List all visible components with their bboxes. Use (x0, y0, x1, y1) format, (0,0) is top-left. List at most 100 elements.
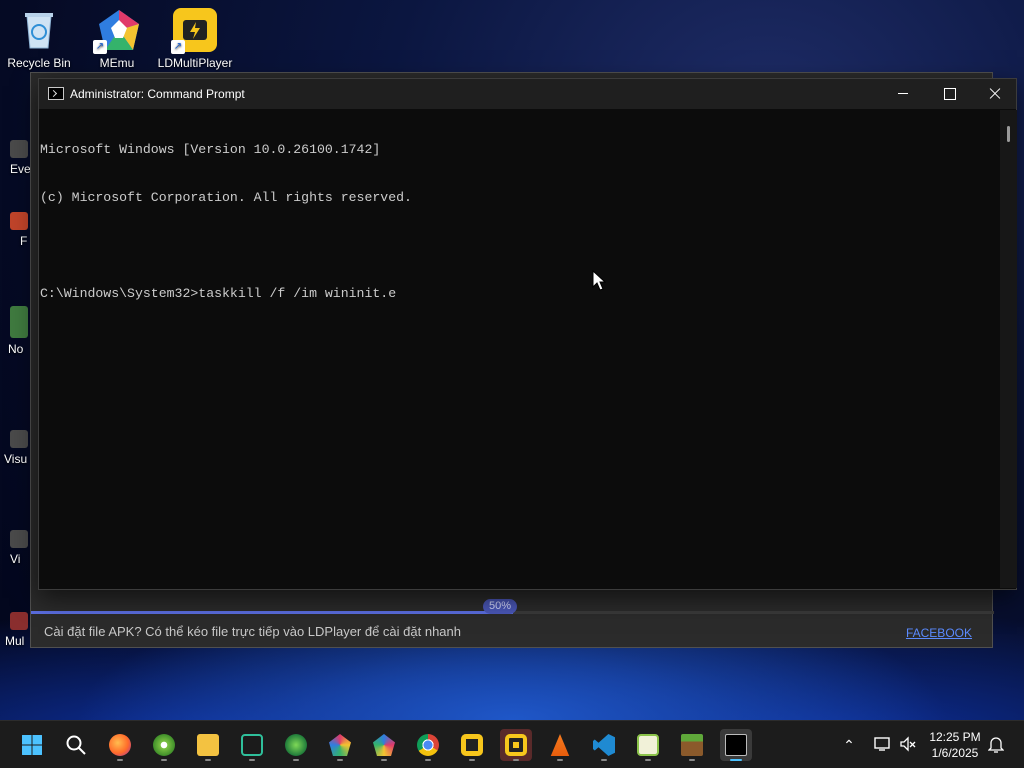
running-indicator (337, 759, 343, 761)
system-clock[interactable]: 12:25 PM 1/6/2025 (922, 729, 988, 761)
start-button[interactable] (16, 729, 48, 761)
minimize-button[interactable] (880, 79, 926, 109)
running-indicator (557, 759, 563, 761)
taskbar-command-prompt[interactable] (720, 729, 752, 761)
vscode-icon (593, 734, 615, 756)
app-icon (10, 212, 28, 230)
taskbar-vs-green[interactable] (236, 729, 268, 761)
minecraft-icon (681, 734, 703, 756)
vs-green-icon (241, 734, 263, 756)
running-indicator (425, 759, 431, 761)
taskbar-memu[interactable] (368, 729, 400, 761)
close-button[interactable] (972, 79, 1018, 109)
running-indicator (117, 759, 123, 761)
taskbar: ⌃ 12:25 PM 1/6/2025 (0, 720, 1024, 768)
console-output[interactable]: Microsoft Windows [Version 10.0.26100.17… (40, 110, 998, 588)
vertical-scrollbar[interactable] (1000, 110, 1017, 588)
desktop-icon-partial[interactable]: Mul (0, 612, 32, 648)
ldmultiplayer-icon (461, 734, 483, 756)
running-indicator (730, 759, 742, 761)
console-line: C:\Windows\System32>taskkill /f /im wini… (40, 286, 397, 301)
chevron-up-icon[interactable]: ⌃ (842, 738, 856, 752)
desktop-icon-label: No (8, 342, 24, 356)
running-indicator (161, 759, 167, 761)
desktop-icon-partial[interactable]: F (0, 212, 32, 248)
desktop-icon-partial[interactable]: Eve (0, 140, 32, 176)
volume-muted-icon[interactable] (898, 735, 918, 755)
taskbar-green-disc[interactable] (148, 729, 180, 761)
console-line: (c) Microsoft Corporation. All rights re… (40, 190, 412, 205)
running-indicator (381, 759, 387, 761)
clock-time: 12:25 PM (929, 730, 981, 744)
window-title: Administrator: Command Prompt (70, 87, 245, 101)
taskbar-globe[interactable] (280, 729, 312, 761)
running-indicator (469, 759, 475, 761)
scrollbar-thumb[interactable] (1007, 126, 1010, 142)
command-prompt-icon (48, 87, 64, 100)
desktop-icon-memu[interactable]: ↗ MEmu (78, 8, 156, 70)
title-bar[interactable]: Administrator: Command Prompt (39, 79, 1016, 109)
taskbar-ldmultiplayer[interactable] (456, 729, 488, 761)
green-disc-icon (153, 734, 175, 756)
running-indicator (293, 759, 299, 761)
shortcut-arrow-icon: ↗ (171, 40, 185, 54)
notification-bell-icon[interactable] (986, 735, 1006, 755)
chrome-icon (417, 734, 439, 756)
desktop-icon-label: Recycle Bin (7, 56, 71, 70)
running-indicator (249, 759, 255, 761)
memu-dark-icon (329, 734, 351, 756)
progress-fill (31, 611, 513, 614)
clock-date: 1/6/2025 (931, 746, 979, 760)
taskbar-firefox[interactable] (104, 729, 136, 761)
taskbar-notepad-plus-plus[interactable] (632, 729, 664, 761)
windows-start-icon (22, 735, 42, 755)
running-indicator (601, 759, 607, 761)
folder-icon (197, 734, 219, 756)
app-icon (10, 430, 28, 448)
desktop-icon-partial[interactable]: No (0, 306, 32, 356)
network-icon[interactable] (872, 735, 892, 755)
app-icon (10, 530, 28, 548)
console-line: Microsoft Windows [Version 10.0.26100.17… (40, 142, 381, 157)
command-prompt-icon (725, 734, 747, 756)
running-indicator (689, 759, 695, 761)
command-prompt-window[interactable]: Administrator: Command Prompt Microsoft … (38, 78, 1017, 590)
taskbar-file-explorer[interactable] (192, 729, 224, 761)
progress-percent-badge: 50% (483, 599, 517, 614)
running-indicator (205, 759, 211, 761)
vlc-icon (550, 734, 570, 756)
apk-install-tip: Cài đặt file APK? Có thể kéo file trực t… (44, 624, 461, 639)
desktop-icon-recycle-bin[interactable]: Recycle Bin (0, 8, 78, 70)
taskbar-vscode[interactable] (588, 729, 620, 761)
firefox-icon (109, 734, 131, 756)
search-icon (66, 735, 86, 755)
maximize-button[interactable] (926, 79, 972, 109)
ldplayer-icon (505, 734, 527, 756)
recycle-bin-icon (17, 8, 61, 52)
taskbar-vlc[interactable] (544, 729, 576, 761)
desktop-icon-partial[interactable]: Vi (0, 530, 32, 566)
desktop-icon-label: LDMultiPlayer (157, 56, 233, 70)
app-icon (10, 306, 28, 338)
desktop-icon-label: Visu (4, 452, 28, 466)
taskbar-memu-dark[interactable] (324, 729, 356, 761)
desktop-icon-label: Mul (5, 634, 25, 648)
taskbar-ldplayer[interactable] (500, 729, 532, 761)
running-indicator (645, 759, 651, 761)
memu-icon (373, 734, 395, 756)
facebook-link[interactable]: FACEBOOK (906, 626, 972, 640)
running-indicator (513, 759, 519, 761)
app-icon (10, 140, 28, 158)
notepad-plus-plus-icon (637, 734, 659, 756)
desktop-icon-label: Vi (10, 552, 21, 566)
taskbar-minecraft[interactable] (676, 729, 708, 761)
taskbar-chrome[interactable] (412, 729, 444, 761)
desktop-icon-ldmultiplayer[interactable]: ↗ LDMultiPlayer (156, 8, 234, 70)
desktop-icon-label: Eve (10, 162, 31, 176)
desktop-icon-label: MEmu (99, 56, 135, 70)
globe-icon (285, 734, 307, 756)
search-button[interactable] (60, 729, 92, 761)
mouse-cursor-icon (592, 270, 607, 291)
desktop-icon-partial[interactable]: Visu (0, 430, 32, 466)
